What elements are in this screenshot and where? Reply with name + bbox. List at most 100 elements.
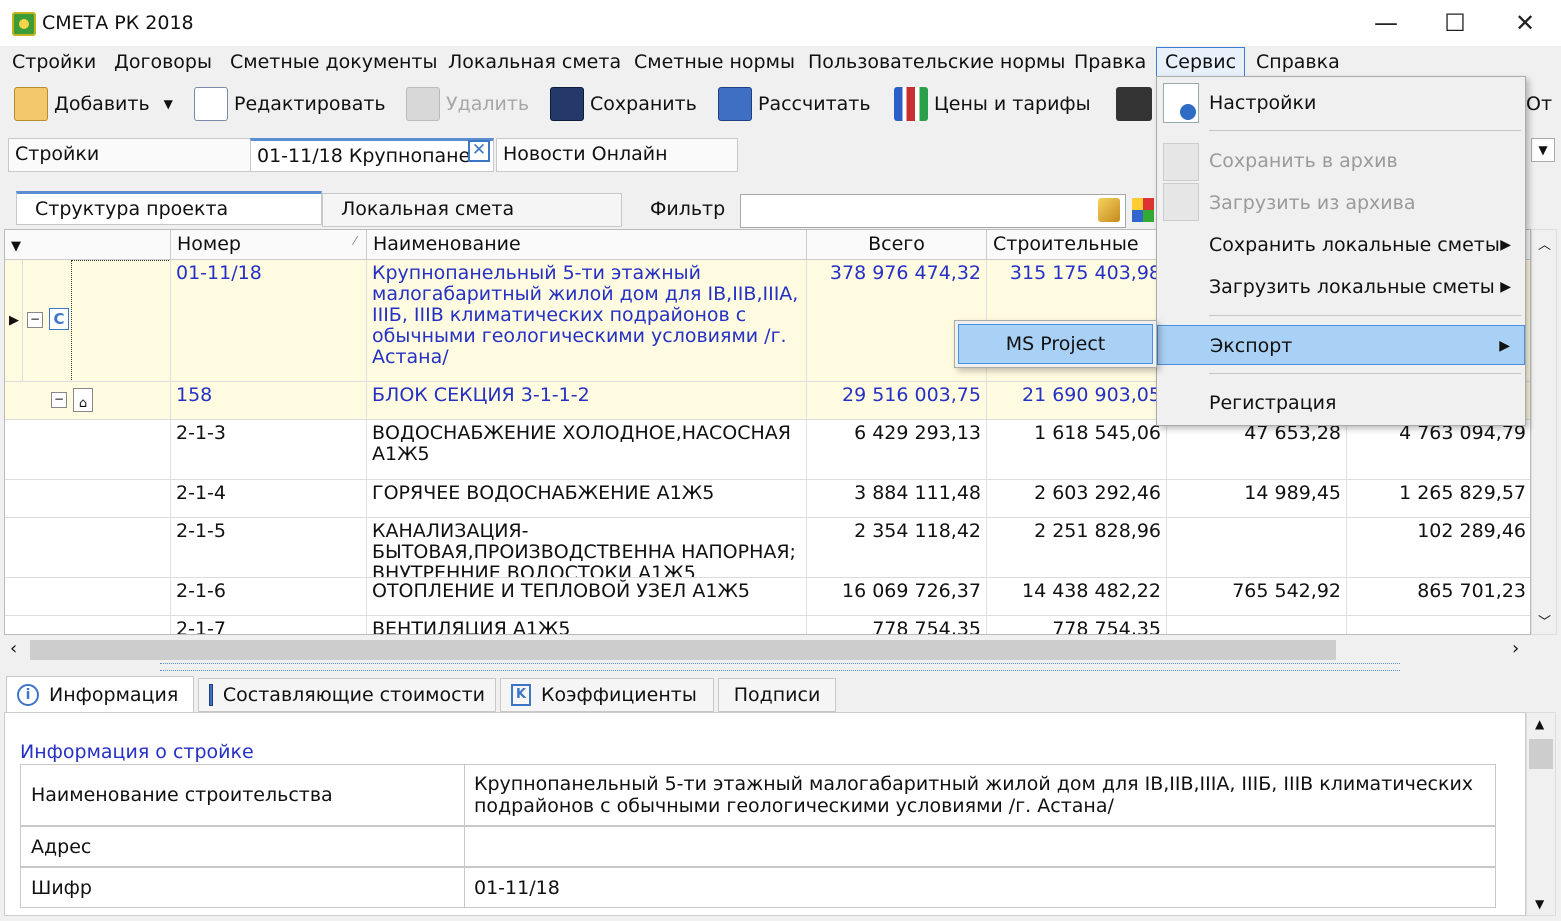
menu-ms-project[interactable]: MS Project: [958, 324, 1153, 364]
menu-load-archive[interactable]: Загрузить из архива: [1157, 183, 1525, 223]
tab-project-structure[interactable]: Структура проекта: [16, 191, 322, 225]
menu-dogovory[interactable]: Договоры: [110, 50, 216, 74]
filter-input[interactable]: [740, 194, 1126, 228]
scroll-down-icon[interactable]: ﹀: [1538, 611, 1551, 630]
menu-servis[interactable]: Сервис: [1156, 47, 1246, 77]
menu-bar: Стройки Договоры Сметные документы Локал…: [0, 46, 1561, 78]
coefficient-icon: K: [511, 684, 531, 706]
tab-project[interactable]: 01-11/18 Крупнопане: [250, 138, 494, 172]
scroll-down-icon[interactable]: ▼: [1535, 897, 1544, 911]
more-toolbar-button[interactable]: От: [1526, 84, 1552, 124]
menu-export[interactable]: Экспорт ▶: [1157, 325, 1525, 365]
cell-col-4: 4 763 094,79: [1347, 420, 1530, 479]
cell-total: 29 516 003,75: [807, 382, 987, 419]
tree-cell: − ⌂: [5, 382, 171, 419]
header-number[interactable]: Номер ⁄: [171, 230, 367, 260]
color-grid-icon[interactable]: [1132, 198, 1154, 222]
edit-button[interactable]: Редактировать: [194, 84, 386, 124]
cell-construction: 21 690 903,05: [987, 382, 1167, 419]
add-button[interactable]: Добавить ▼: [14, 84, 173, 124]
scroll-up-icon[interactable]: ︿: [1538, 234, 1551, 253]
tab-signatures[interactable]: Подписи: [718, 678, 836, 712]
menu-pravka[interactable]: Правка: [1070, 50, 1150, 74]
cell-construction: 2 251 828,96: [987, 518, 1167, 577]
wallet-button[interactable]: [1116, 84, 1152, 124]
collapse-icon[interactable]: −: [27, 312, 43, 328]
cell-col-3: 14 989,45: [1167, 480, 1347, 517]
menu-separator: [1209, 315, 1521, 316]
tab-news-online[interactable]: Новости Онлайн: [496, 138, 738, 172]
grid-vertical-scrollbar[interactable]: ︿ ﹀: [1531, 229, 1557, 635]
menu-registration[interactable]: Регистрация: [1157, 383, 1525, 423]
header-total[interactable]: Всего: [807, 230, 987, 260]
info-value[interactable]: 01-11/18: [465, 868, 1495, 907]
scroll-up-icon[interactable]: ▲: [1535, 717, 1544, 731]
collapse-icon[interactable]: −: [51, 392, 67, 408]
maximize-icon[interactable]: ☐: [1425, 6, 1485, 40]
submenu-arrow-icon: ▶: [1500, 279, 1511, 295]
calculate-button[interactable]: Рассчитать: [718, 84, 871, 124]
tab-cost-components[interactable]: Составляющие стоимости: [198, 678, 496, 712]
cell-col-3: 765 542,92: [1167, 578, 1347, 615]
header-construction[interactable]: Строительные: [987, 230, 1167, 260]
panel-splitter[interactable]: [160, 663, 1400, 671]
save-button[interactable]: Сохранить: [550, 84, 697, 124]
table-row[interactable]: 2-1-7 ВЕНТИЛЯЦИЯ А1Ж5 778 754,35 778 754…: [5, 616, 1530, 634]
cell-name: Крупнопанельный 5-ти этажный малогабарит…: [367, 260, 807, 381]
table-row[interactable]: 2-1-6 ОТОПЛЕНИЕ И ТЕПЛОВОЙ УЗЕЛ А1Ж5 16 …: [5, 578, 1530, 616]
cell-name: БЛОК СЕКЦИЯ 3-1-1-2: [367, 382, 807, 419]
menu-smetnye-normy[interactable]: Сметные нормы: [630, 50, 799, 74]
menu-spravka[interactable]: Справка: [1252, 50, 1344, 74]
menu-load-local-estimates[interactable]: Загрузить локальные сметы ▶: [1157, 267, 1525, 307]
cell-col-3: [1167, 616, 1347, 634]
info-value[interactable]: [465, 827, 1495, 866]
scroll-left-icon[interactable]: ‹: [10, 638, 17, 659]
close-tab-icon[interactable]: ✕: [468, 140, 490, 162]
table-row[interactable]: 2-1-4 ГОРЯЧЕЕ ВОДОСНАБЖЕНИЕ А1Ж5 3 884 1…: [5, 480, 1530, 518]
cell-total: 6 429 293,13: [807, 420, 987, 479]
tab-information[interactable]: i Информация: [6, 676, 194, 714]
grid-indicator-header[interactable]: ▼: [5, 230, 171, 260]
row-indicator: ▶: [5, 260, 23, 381]
menu-settings[interactable]: Настройки: [1157, 83, 1525, 123]
cell-construction: 14 438 482,22: [987, 578, 1167, 615]
document-tabs: Стройки 01-11/18 Крупнопане Новости Онла…: [0, 130, 1160, 174]
column-menu-icon[interactable]: ▼: [11, 239, 21, 254]
tab-local-estimate[interactable]: Локальная смета: [322, 193, 622, 227]
info-label: Адрес: [21, 827, 465, 866]
cell-col-4: 865 701,23: [1347, 578, 1530, 615]
scroll-right-icon[interactable]: ›: [1512, 638, 1519, 659]
current-row-icon: ▶: [9, 313, 19, 328]
tab-stroyki[interactable]: Стройки: [8, 138, 252, 172]
delete-button[interactable]: Удалить: [406, 84, 529, 124]
building-block-icon: ⌂: [73, 388, 93, 412]
menu-save-archive[interactable]: Сохранить в архив: [1157, 141, 1525, 181]
clear-filter-broom-icon[interactable]: [1098, 198, 1120, 222]
info-label: Наименование строительства: [21, 765, 465, 825]
minimize-icon[interactable]: —: [1356, 6, 1416, 40]
table-row[interactable]: 2-1-3 ВОДОСНАБЖЕНИЕ ХОЛОДНОЕ,НАСОСНАЯ А1…: [5, 420, 1530, 480]
tab-coefficients[interactable]: K Коэффициенты: [500, 678, 714, 712]
horizontal-scroll-thumb[interactable]: [30, 640, 1336, 660]
menu-stroyki[interactable]: Стройки: [8, 50, 100, 74]
info-label: Шифр: [21, 868, 465, 907]
info-value[interactable]: Крупнопанельный 5-ти этажный малогабарит…: [465, 765, 1495, 825]
menu-smetnye-dokumenty[interactable]: Сметные документы: [226, 50, 442, 74]
menu-save-local-estimates[interactable]: Сохранить локальные сметы ▶: [1157, 225, 1525, 265]
tree-cell: [5, 480, 171, 517]
info-vertical-scrollbar[interactable]: ▲ ▼: [1526, 712, 1556, 916]
cell-name: ОТОПЛЕНИЕ И ТЕПЛОВОЙ УЗЕЛ А1Ж5: [367, 578, 807, 615]
trash-icon: [406, 87, 440, 121]
menu-polzovatelskie-normy[interactable]: Пользовательские нормы: [804, 50, 1069, 74]
detail-tabs: i Информация Составляющие стоимости K Ко…: [0, 674, 1561, 714]
table-row[interactable]: 2-1-5 КАНАЛИЗАЦИЯ-БЫТОВАЯ,ПРОИЗВОДСТВЕНН…: [5, 518, 1530, 578]
menu-lokalnaya-smeta[interactable]: Локальная смета: [444, 50, 625, 74]
dropdown-arrow-icon[interactable]: ▼: [164, 97, 173, 111]
tabs-dropdown-icon[interactable]: ▼: [1531, 138, 1555, 162]
prices-tariffs-button[interactable]: Цены и тарифы: [894, 84, 1091, 124]
info-row-name: Наименование строительства Крупнопанельн…: [20, 764, 1496, 826]
vertical-scroll-thumb[interactable]: [1529, 739, 1553, 769]
bar-chart-icon: [894, 87, 928, 121]
close-window-icon[interactable]: ✕: [1495, 6, 1555, 40]
header-name[interactable]: Наименование: [367, 230, 807, 260]
